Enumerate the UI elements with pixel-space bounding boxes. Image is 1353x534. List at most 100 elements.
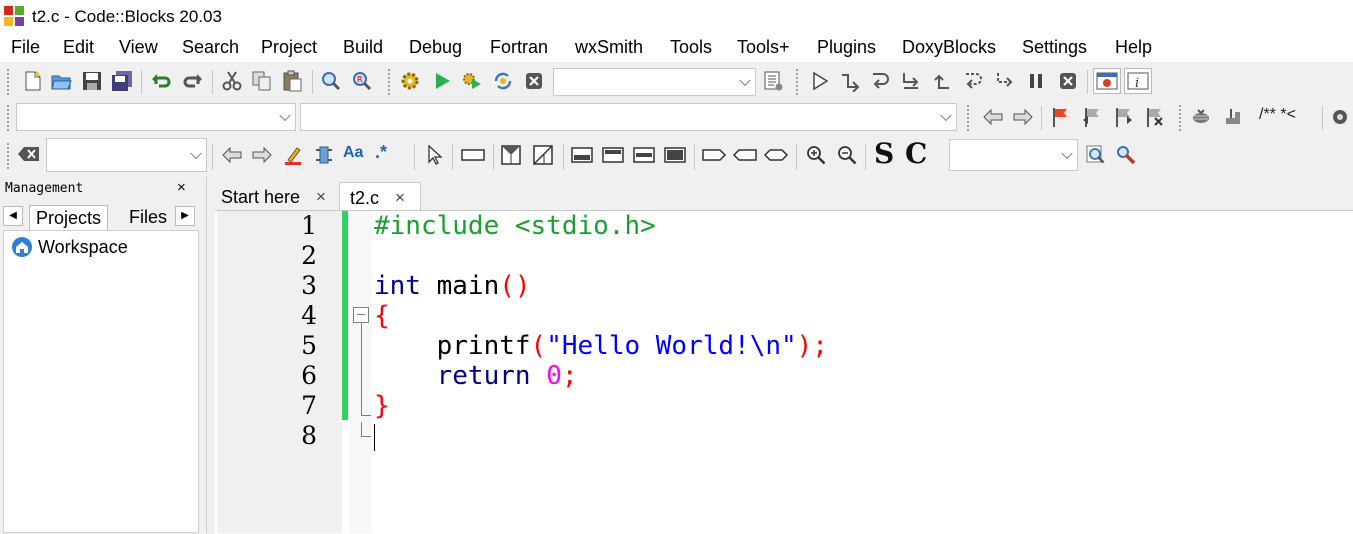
arrow-right-shape-icon[interactable] (700, 142, 728, 168)
various-info-icon[interactable]: i (1124, 68, 1152, 94)
menu-settings[interactable]: Settings (1022, 37, 1087, 58)
rebuild-icon[interactable] (490, 68, 516, 94)
menu-build[interactable]: Build (343, 37, 383, 58)
function-select[interactable] (300, 103, 957, 131)
split-top-icon[interactable] (599, 142, 627, 168)
selected-text-only-icon[interactable] (311, 142, 337, 168)
next-bookmark-icon[interactable] (1110, 104, 1136, 130)
extract-documentation-icon[interactable] (1220, 104, 1246, 130)
pointer-icon[interactable] (421, 142, 447, 168)
toolbar-grip[interactable] (6, 68, 10, 96)
step-into-icon[interactable] (898, 68, 924, 94)
tab-scroll-right-icon[interactable]: ▶ (175, 206, 195, 226)
build-gear-icon[interactable] (397, 68, 423, 94)
scope-select[interactable] (16, 103, 296, 131)
toggle-bookmark-icon[interactable] (1047, 104, 1073, 130)
redo-icon[interactable] (180, 68, 206, 94)
new-file-icon[interactable] (20, 68, 46, 94)
find-next-icon[interactable] (249, 142, 275, 168)
show-target-dialog-icon[interactable] (760, 68, 786, 94)
save-all-icon[interactable] (109, 68, 135, 94)
next-line-icon[interactable] (867, 68, 893, 94)
undo-icon[interactable] (148, 68, 174, 94)
toolbar-grip[interactable] (387, 68, 391, 96)
open-file-icon[interactable] (48, 68, 74, 94)
management-close-button[interactable]: × (177, 179, 186, 196)
menu-wxsmith[interactable]: wxSmith (575, 37, 643, 58)
toolbar-grip[interactable] (795, 68, 799, 96)
toolbar-grip[interactable] (966, 104, 970, 132)
build-and-run-icon[interactable] (459, 68, 485, 94)
find-icon[interactable] (318, 68, 344, 94)
tab-start-here-close-icon[interactable]: × (316, 182, 326, 212)
paste-icon[interactable] (279, 68, 305, 94)
regex-button[interactable]: .* (375, 142, 387, 163)
step-into-instruction-icon[interactable] (992, 68, 1018, 94)
zoom-in-icon[interactable] (803, 142, 829, 168)
replace-icon[interactable]: R (349, 68, 375, 94)
debug-start-icon[interactable] (807, 68, 833, 94)
run-to-cursor-icon[interactable] (837, 68, 863, 94)
tab-scroll-left-icon[interactable]: ◀ (3, 206, 23, 226)
menu-fortran[interactable]: Fortran (490, 37, 548, 58)
menu-project[interactable]: Project (261, 37, 317, 58)
search-text-input[interactable] (46, 138, 207, 172)
match-case-button[interactable]: Aa (343, 144, 363, 162)
clear-bookmarks-icon[interactable] (1141, 104, 1167, 130)
menu-debug[interactable]: Debug (409, 37, 462, 58)
cut-icon[interactable] (219, 68, 245, 94)
abort-icon[interactable] (521, 68, 547, 94)
double-arrow-shape-icon[interactable] (762, 142, 790, 168)
step-out-icon[interactable] (929, 68, 955, 94)
find-previous-icon[interactable] (219, 142, 245, 168)
menu-tools[interactable]: Tools (670, 37, 712, 58)
s-button[interactable]: S (874, 137, 894, 170)
previous-bookmark-icon[interactable] (1079, 104, 1105, 130)
build-target-select[interactable] (553, 68, 756, 96)
doxywizard-icon[interactable] (1188, 104, 1214, 130)
copy-icon[interactable] (249, 68, 275, 94)
tab-files[interactable]: Files (123, 205, 173, 230)
menu-file[interactable]: File (11, 37, 40, 58)
menu-plugins[interactable]: Plugins (817, 37, 876, 58)
tab-t2c[interactable]: t2.c × (339, 182, 421, 212)
workspace-node[interactable]: Workspace (11, 236, 128, 258)
highlight-icon[interactable] (280, 142, 306, 168)
next-instruction-icon[interactable] (960, 68, 986, 94)
menu-tools-plus[interactable]: Tools+ (737, 37, 790, 58)
arrow-left-shape-icon[interactable] (731, 142, 759, 168)
rectangle-shape-icon[interactable] (458, 142, 488, 168)
c-button[interactable]: C (905, 137, 927, 170)
toolbar-grip[interactable] (6, 104, 10, 132)
menu-edit[interactable]: Edit (63, 37, 94, 58)
options-wrench-icon[interactable] (1113, 142, 1139, 168)
split-middle-icon[interactable] (630, 142, 658, 168)
tab-start-here[interactable]: Start here × (211, 182, 337, 212)
fold-collapse-icon[interactable] (353, 307, 369, 323)
tab-t2c-close-icon[interactable]: × (395, 183, 405, 213)
jump-back-icon[interactable] (980, 104, 1006, 130)
menu-search[interactable]: Search (182, 37, 239, 58)
clear-search-icon[interactable] (16, 141, 42, 167)
doxygen-config-icon[interactable] (1328, 104, 1352, 130)
tab-projects[interactable]: Projects (29, 205, 109, 230)
search-symbol-icon[interactable] (1083, 142, 1109, 168)
save-icon[interactable] (79, 68, 105, 94)
block-comment-button[interactable]: /** *< (1259, 106, 1296, 124)
zoom-out-icon[interactable] (834, 142, 860, 168)
debugging-windows-icon[interactable] (1093, 68, 1121, 94)
triangle-box-icon[interactable] (498, 142, 524, 168)
toolbar-grip[interactable] (6, 142, 10, 170)
menu-doxyblocks[interactable]: DoxyBlocks (902, 37, 996, 58)
stop-debugger-icon[interactable] (1055, 68, 1081, 94)
symbol-search-input[interactable] (949, 139, 1078, 171)
jump-forward-icon[interactable] (1010, 104, 1036, 130)
run-icon[interactable] (429, 68, 455, 94)
menu-help[interactable]: Help (1115, 37, 1152, 58)
toolbar-grip[interactable] (1178, 104, 1182, 132)
split-bottom-icon[interactable] (568, 142, 596, 168)
split-full-icon[interactable] (661, 142, 689, 168)
menu-view[interactable]: View (119, 37, 158, 58)
pause-icon[interactable] (1023, 68, 1049, 94)
diagonal-box-icon[interactable] (530, 142, 556, 168)
